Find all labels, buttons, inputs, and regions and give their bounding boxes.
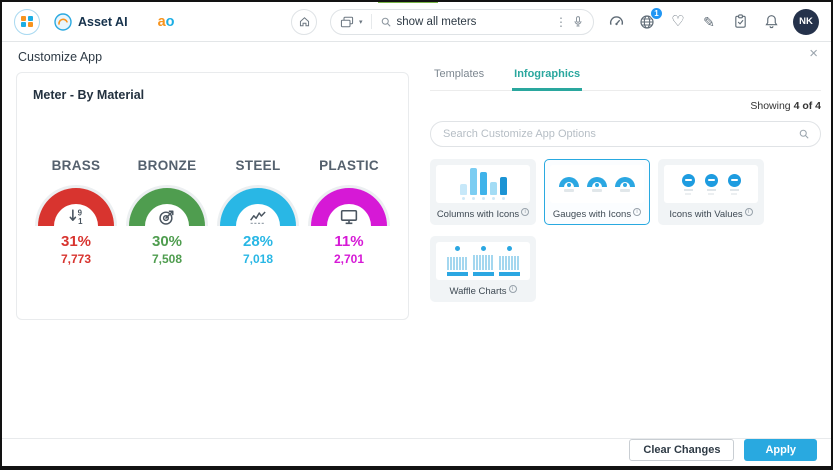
tab-infographics[interactable]: Infographics bbox=[512, 64, 582, 91]
app-grid-icon bbox=[21, 16, 33, 28]
app-launcher-button[interactable] bbox=[14, 9, 40, 35]
goal-target-icon bbox=[157, 206, 178, 227]
heart-icon: ♡ bbox=[671, 14, 684, 29]
user-avatar[interactable]: NK bbox=[793, 9, 819, 35]
gauge-percent: 31% bbox=[31, 233, 121, 250]
gauge-label: STEEL bbox=[213, 158, 303, 173]
kebab-menu-icon[interactable]: ⋮ bbox=[555, 15, 567, 29]
monitor-icon bbox=[339, 206, 360, 227]
dialog-title: Customize App bbox=[18, 50, 102, 64]
gauge-percent: 28% bbox=[213, 233, 303, 250]
gauge-label: BRONZE bbox=[122, 158, 212, 173]
gauge-value: 2,701 bbox=[304, 252, 394, 266]
gauges-thumbnail-icon bbox=[550, 165, 644, 203]
info-icon[interactable]: i bbox=[509, 285, 517, 293]
gauge-label: PLASTIC bbox=[304, 158, 394, 173]
customize-options-panel: Templates Infographics Showing 4 of 4 bbox=[430, 64, 821, 302]
gauges-row: BRASS 91 31% 7,773 BRONZE bbox=[17, 158, 408, 266]
showing-count: Showing 4 of 4 bbox=[430, 100, 821, 112]
search-icon bbox=[798, 128, 810, 140]
tab-bar: Templates Infographics bbox=[430, 64, 821, 91]
topbar: Asset AI ao ▾ ⋮ bbox=[2, 2, 831, 42]
annotate-button[interactable]: ✎ bbox=[700, 13, 718, 31]
tab-templates[interactable]: Templates bbox=[432, 64, 486, 91]
gauge-value: 7,018 bbox=[213, 252, 303, 266]
gauge-value: 7,508 bbox=[122, 252, 212, 266]
waffle-thumbnail-icon bbox=[436, 242, 530, 280]
clear-changes-button[interactable]: Clear Changes bbox=[629, 439, 734, 461]
speedometer-icon bbox=[608, 13, 625, 30]
pen-icon: ✎ bbox=[703, 15, 715, 29]
tasks-button[interactable] bbox=[731, 13, 749, 31]
line-chart-icon bbox=[248, 206, 269, 227]
gauge-arc: 91 bbox=[35, 185, 117, 226]
asset-ai-logo-icon bbox=[54, 13, 72, 31]
top-progress-strip bbox=[378, 0, 438, 3]
company-logo-icon: ao bbox=[158, 14, 175, 30]
microphone-icon[interactable] bbox=[572, 15, 584, 28]
divider bbox=[371, 14, 372, 29]
home-button[interactable] bbox=[291, 9, 317, 35]
card-icons-with-values[interactable]: Icons with Valuesi bbox=[658, 159, 764, 225]
apply-button[interactable]: Apply bbox=[744, 439, 817, 461]
card-label: Icons with Valuesi bbox=[669, 208, 752, 220]
card-gauges-with-icons[interactable]: Gauges with Iconsi bbox=[544, 159, 650, 225]
gauge-plastic: PLASTIC 11% 2,701 bbox=[304, 158, 394, 266]
info-icon[interactable]: i bbox=[521, 208, 529, 216]
close-icon[interactable]: × bbox=[809, 45, 818, 62]
card-columns-with-icons[interactable]: Columns with Iconsi bbox=[430, 159, 536, 225]
gauge-steel: STEEL 28% 7,018 bbox=[213, 158, 303, 266]
search-icon bbox=[380, 16, 392, 28]
bell-icon bbox=[764, 14, 779, 29]
options-search bbox=[430, 121, 821, 147]
info-icon[interactable]: i bbox=[633, 208, 641, 216]
options-search-input[interactable] bbox=[430, 121, 821, 147]
gauge-arc bbox=[126, 185, 208, 226]
home-icon bbox=[298, 15, 311, 28]
language-button[interactable]: 1 bbox=[638, 13, 656, 31]
topbar-right: ▾ ⋮ 1 ♡ ✎ bbox=[291, 9, 819, 35]
card-label: Gauges with Iconsi bbox=[553, 208, 641, 220]
sort-numeric-down-icon: 91 bbox=[66, 206, 87, 227]
insights-button[interactable] bbox=[607, 13, 625, 31]
gauge-percent: 11% bbox=[304, 233, 394, 250]
card-label: Columns with Iconsi bbox=[437, 208, 529, 220]
gauge-arc bbox=[308, 185, 390, 226]
info-icon[interactable]: i bbox=[745, 208, 753, 216]
card-waffle-charts[interactable]: Waffle Chartsi bbox=[430, 236, 536, 302]
app-window: Asset AI ao ▾ ⋮ bbox=[0, 0, 833, 470]
meter-card-title: Meter - By Material bbox=[17, 73, 408, 102]
app-title: Asset AI bbox=[78, 15, 128, 29]
card-label: Waffle Chartsi bbox=[449, 285, 516, 297]
footer-actions: Clear Changes Apply bbox=[629, 439, 817, 461]
app-brand[interactable]: Asset AI bbox=[54, 13, 128, 31]
sheet-selector-icon[interactable] bbox=[340, 16, 354, 28]
meter-preview-card: Meter - By Material BRASS 91 31% 7,773 B… bbox=[16, 72, 409, 320]
gauge-bronze: BRONZE 30% 7,508 bbox=[122, 158, 212, 266]
columns-thumbnail-icon bbox=[436, 165, 530, 203]
notification-badge: 1 bbox=[650, 7, 663, 20]
chevron-down-icon: ▾ bbox=[359, 18, 363, 26]
search-input[interactable] bbox=[397, 16, 550, 28]
favorites-button[interactable]: ♡ bbox=[669, 13, 687, 31]
clipboard-check-icon bbox=[733, 14, 748, 29]
gauge-label: BRASS bbox=[31, 158, 121, 173]
notifications-button[interactable] bbox=[762, 13, 780, 31]
icons-values-thumbnail-icon bbox=[664, 165, 758, 203]
global-search-bar[interactable]: ▾ ⋮ bbox=[330, 9, 594, 35]
template-card-grid: Columns with Iconsi Gauges with Iconsi bbox=[430, 159, 821, 302]
gauge-value: 7,773 bbox=[31, 252, 121, 266]
gauge-arc bbox=[217, 185, 299, 226]
svg-text:1: 1 bbox=[78, 217, 83, 226]
gauge-brass: BRASS 91 31% 7,773 bbox=[31, 158, 121, 266]
gauge-percent: 30% bbox=[122, 233, 212, 250]
